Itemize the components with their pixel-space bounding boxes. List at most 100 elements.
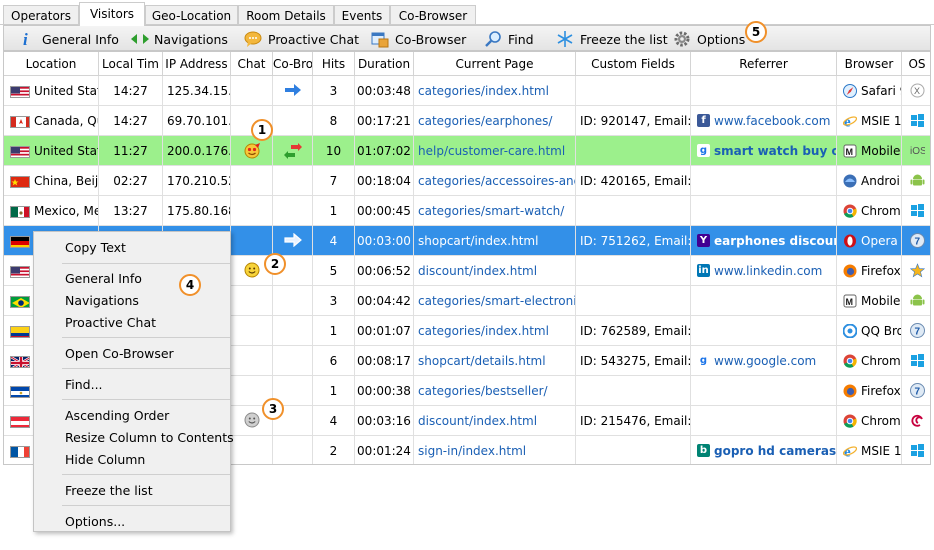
referrer-cell[interactable]: in www.linkedin.com bbox=[691, 256, 837, 286]
chat-cell[interactable] bbox=[231, 436, 273, 464]
menu-item-copy-text[interactable]: Copy Text bbox=[65, 240, 126, 255]
browser-cell[interactable]: QQ Bro bbox=[837, 316, 902, 346]
custom-fields-cell[interactable]: ID: 920147, Email: joh bbox=[576, 106, 691, 136]
os-cell[interactable]: 7 bbox=[902, 376, 930, 406]
menu-item-options[interactable]: Options... bbox=[65, 514, 125, 529]
browser-cell[interactable]: M Mobile bbox=[837, 136, 902, 166]
current-page-link[interactable]: categories/smart-watch/ bbox=[418, 204, 564, 218]
browser-cell[interactable]: Chrom bbox=[837, 406, 902, 436]
table-row[interactable]: United State 11:27 200.0.176.142 10 01:07:0… bbox=[4, 136, 930, 166]
current-page-link[interactable]: categories/smart-electronics/ bbox=[418, 294, 575, 308]
column-header-custom-fields[interactable]: Custom Fields bbox=[576, 52, 691, 76]
co-browser-cell[interactable] bbox=[273, 316, 313, 346]
current-page-link[interactable]: discount/index.html bbox=[418, 264, 537, 278]
local-time-cell[interactable]: 13:27 bbox=[99, 196, 163, 226]
current-page-link[interactable]: categories/earphones/ bbox=[418, 114, 552, 128]
local-time-cell[interactable]: 11:27 bbox=[99, 136, 163, 166]
hits-cell[interactable]: 10 bbox=[313, 136, 355, 166]
current-page-cell[interactable]: categories/smart-electronics/ bbox=[414, 286, 576, 316]
custom-fields-cell[interactable] bbox=[576, 136, 691, 166]
menu-item-general-info[interactable]: General Info bbox=[65, 271, 142, 286]
freeze-list-button[interactable]: Freeze the list bbox=[556, 29, 668, 49]
arrow-right-outline-icon[interactable] bbox=[283, 232, 302, 250]
duration-cell[interactable]: 00:00:45 bbox=[355, 196, 414, 226]
hits-cell[interactable]: 5 bbox=[313, 256, 355, 286]
chat-cell[interactable] bbox=[231, 346, 273, 376]
duration-cell[interactable]: 00:00:38 bbox=[355, 376, 414, 406]
ip-address-cell[interactable]: 175.80.168.21 bbox=[163, 196, 231, 226]
current-page-cell[interactable]: categories/accessoires-and-p bbox=[414, 166, 576, 196]
current-page-link[interactable]: sign-in/index.html bbox=[418, 444, 526, 458]
os-cell[interactable] bbox=[902, 406, 930, 436]
browser-cell[interactable]: e MSIE 10 bbox=[837, 436, 902, 464]
tab-geo-location[interactable]: Geo-Location bbox=[145, 5, 238, 25]
ip-address-cell[interactable]: 170.210.52.16 bbox=[163, 166, 231, 196]
os-cell[interactable] bbox=[902, 346, 930, 376]
browser-cell[interactable]: Chrom bbox=[837, 196, 902, 226]
column-header-location[interactable]: Location bbox=[4, 52, 99, 76]
local-time-cell[interactable]: 14:27 bbox=[99, 106, 163, 136]
location-cell[interactable]: China, Beijin bbox=[4, 166, 99, 196]
current-page-link[interactable]: categories/bestseller/ bbox=[418, 384, 548, 398]
location-cell[interactable]: Canada, Que bbox=[4, 106, 99, 136]
hits-cell[interactable]: 1 bbox=[313, 376, 355, 406]
custom-fields-cell[interactable]: ID: 215476, Email: ed bbox=[576, 406, 691, 436]
current-page-link[interactable]: categories/accessoires-and-p bbox=[418, 174, 575, 188]
current-page-link[interactable]: help/customer-care.html bbox=[418, 144, 565, 158]
chat-cell[interactable] bbox=[231, 166, 273, 196]
cobrowse-swap-icon[interactable] bbox=[283, 143, 302, 162]
referrer-link[interactable]: earphones discount bbox=[714, 234, 836, 248]
os-cell[interactable]: iOS bbox=[902, 136, 930, 166]
column-header-ip-address[interactable]: IP Address bbox=[163, 52, 231, 76]
referrer-link[interactable]: www.google.com bbox=[714, 354, 816, 368]
table-row[interactable]: Canada, Que 14:27 69.70.101.35 8 00:17:21 ca… bbox=[4, 106, 930, 136]
os-cell[interactable]: 7 bbox=[902, 226, 930, 256]
duration-cell[interactable]: 00:01:07 bbox=[355, 316, 414, 346]
current-page-cell[interactable]: categories/index.html bbox=[414, 316, 576, 346]
os-cell[interactable] bbox=[902, 286, 930, 316]
arrow-right-icon[interactable] bbox=[284, 84, 302, 100]
browser-cell[interactable]: Safari 9 bbox=[837, 76, 902, 106]
referrer-cell[interactable] bbox=[691, 376, 837, 406]
hits-cell[interactable]: 1 bbox=[313, 316, 355, 346]
location-cell[interactable]: United State bbox=[4, 76, 99, 106]
browser-cell[interactable]: Firefox bbox=[837, 256, 902, 286]
hits-cell[interactable]: 8 bbox=[313, 106, 355, 136]
co-browser-cell[interactable] bbox=[273, 166, 313, 196]
co-browser-button[interactable]: Co-Browser bbox=[371, 29, 466, 49]
duration-cell[interactable]: 00:04:42 bbox=[355, 286, 414, 316]
hits-cell[interactable]: 6 bbox=[313, 346, 355, 376]
browser-cell[interactable]: Opera 7 bbox=[837, 226, 902, 256]
custom-fields-cell[interactable]: ID: 762589, Email: be bbox=[576, 316, 691, 346]
current-page-cell[interactable]: shopcart/index.html bbox=[414, 226, 576, 256]
custom-fields-cell[interactable]: ID: 751262, Email: sar bbox=[576, 226, 691, 256]
tab-events[interactable]: Events bbox=[334, 5, 390, 25]
tab-room-details[interactable]: Room Details bbox=[238, 5, 334, 25]
referrer-link[interactable]: smart watch buy onlin bbox=[714, 144, 836, 158]
custom-fields-cell[interactable]: ID: 420165, Email: ast bbox=[576, 166, 691, 196]
proactive-chat-button[interactable]: Proactive Chat bbox=[244, 29, 359, 49]
column-header-referrer[interactable]: Referrer bbox=[691, 52, 837, 76]
local-time-cell[interactable]: 14:27 bbox=[99, 76, 163, 106]
duration-cell[interactable]: 00:03:00 bbox=[355, 226, 414, 256]
general-info-button[interactable]: i General Info bbox=[18, 29, 119, 49]
custom-fields-cell[interactable] bbox=[576, 256, 691, 286]
column-header-hits[interactable]: Hits bbox=[313, 52, 355, 76]
hits-cell[interactable]: 2 bbox=[313, 436, 355, 464]
current-page-cell[interactable]: sign-in/index.html bbox=[414, 436, 576, 464]
browser-cell[interactable]: Firefox bbox=[837, 376, 902, 406]
menu-item-resize-column[interactable]: Resize Column to Contents bbox=[65, 430, 234, 445]
os-cell[interactable]: 7 bbox=[902, 316, 930, 346]
browser-cell[interactable]: Androi bbox=[837, 166, 902, 196]
hits-cell[interactable]: 7 bbox=[313, 166, 355, 196]
duration-cell[interactable]: 00:06:52 bbox=[355, 256, 414, 286]
column-header-co-browser[interactable]: Co-Bro bbox=[273, 52, 313, 76]
find-button[interactable]: Find bbox=[484, 29, 534, 49]
current-page-cell[interactable]: categories/earphones/ bbox=[414, 106, 576, 136]
chat-cell[interactable] bbox=[231, 286, 273, 316]
browser-cell[interactable]: e MSIE 11 bbox=[837, 106, 902, 136]
custom-fields-cell[interactable] bbox=[576, 286, 691, 316]
os-cell[interactable] bbox=[902, 256, 930, 286]
column-header-duration[interactable]: Duration bbox=[355, 52, 414, 76]
local-time-cell[interactable]: 02:27 bbox=[99, 166, 163, 196]
